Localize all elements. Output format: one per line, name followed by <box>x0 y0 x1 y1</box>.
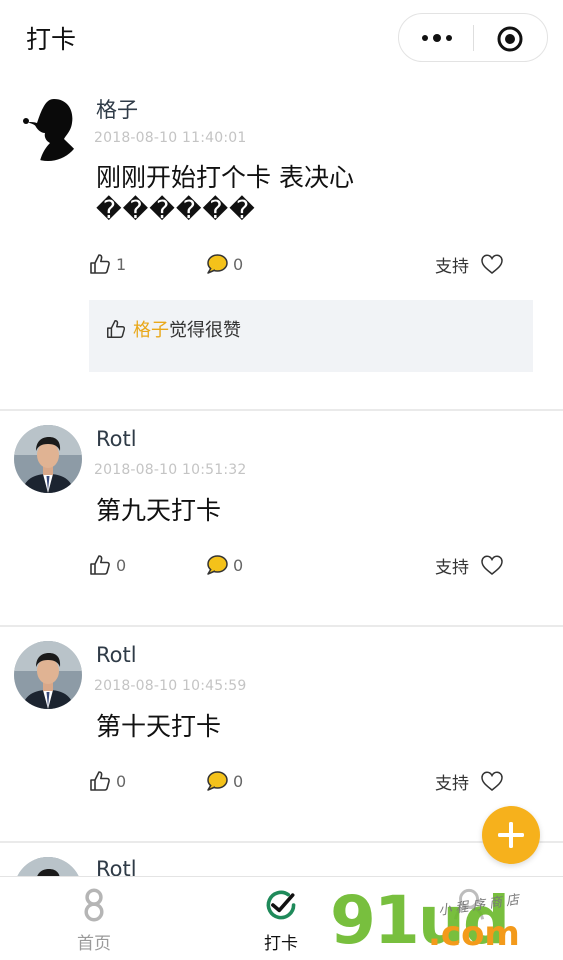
post-content-line: 第十天打卡 <box>96 712 222 741</box>
post-actions: 0 0 支持 <box>0 767 563 801</box>
comment-count: 0 <box>233 254 244 274</box>
thumbs-up-icon <box>90 555 110 575</box>
comment-button[interactable]: 0 <box>205 551 243 579</box>
thumbs-up-icon <box>107 320 126 338</box>
support-button[interactable]: 支持 <box>435 551 505 579</box>
thumbs-up-icon <box>90 254 110 274</box>
checkin-feed-page: 打卡 格子 2018-08-10 11:40:01 刚刚开始打个卡 表决心 ��… <box>0 0 563 960</box>
comment-button[interactable]: 0 <box>205 250 243 278</box>
liked-suffix: 觉得很赞 <box>169 320 241 341</box>
comment-bubble-icon <box>207 555 228 575</box>
heart-icon <box>481 771 503 791</box>
tab-label: 首页 <box>77 934 111 954</box>
post-content-line: 第九天打卡 <box>96 496 222 525</box>
target-circle-icon[interactable] <box>496 25 524 53</box>
username[interactable]: Rotl <box>96 427 137 451</box>
comment-count: 0 <box>233 771 244 791</box>
support-button[interactable]: 支持 <box>435 250 505 278</box>
liker-name[interactable]: 格子 <box>133 316 169 342</box>
man-portrait-avatar-image <box>14 425 82 493</box>
thumbs-up-icon <box>90 771 110 791</box>
page-title: 打卡 <box>26 25 77 54</box>
like-count: 0 <box>116 555 127 575</box>
tab-checkin[interactable]: 打卡 <box>231 877 331 960</box>
plus-icon <box>498 822 524 848</box>
like-count: 1 <box>116 254 127 274</box>
likes-summary-box: 格子 觉得很赞 <box>89 300 533 372</box>
heart-icon <box>481 254 503 274</box>
support-label: 支持 <box>435 557 469 578</box>
add-checkin-button[interactable] <box>482 806 540 864</box>
navigation-bar: 打卡 <box>0 0 563 78</box>
like-button[interactable]: 1 <box>88 250 126 278</box>
comment-bubble-icon <box>207 771 228 791</box>
like-count: 0 <box>116 771 127 791</box>
avatar[interactable] <box>14 93 82 161</box>
tab-profile[interactable] <box>419 877 519 960</box>
avatar[interactable] <box>14 425 82 493</box>
profile-icon <box>453 888 485 920</box>
silhouette-avatar-image <box>14 93 82 161</box>
heart-icon <box>481 555 503 575</box>
man-portrait-avatar-image <box>14 641 82 709</box>
post-content-line: ������ <box>96 195 256 224</box>
support-label: 支持 <box>435 773 469 794</box>
post-content: 第九天打卡 <box>96 495 516 527</box>
post-actions: 1 0 支持 <box>0 250 563 284</box>
like-button[interactable]: 0 <box>88 767 126 795</box>
home-8-icon <box>84 888 104 922</box>
capsule-divider <box>473 25 474 51</box>
tab-label: 打卡 <box>264 934 298 954</box>
post-card: 格子 2018-08-10 11:40:01 刚刚开始打个卡 表决心 �����… <box>0 78 563 411</box>
post-content: 第十天打卡 <box>96 711 516 743</box>
post-timestamp: 2018-08-10 10:45:59 <box>94 678 247 694</box>
likes-summary: 格子 觉得很赞 <box>105 316 241 342</box>
support-label: 支持 <box>435 256 469 277</box>
more-dots-icon[interactable] <box>415 24 459 52</box>
tab-home[interactable]: 首页 <box>44 877 144 960</box>
comment-button[interactable]: 0 <box>205 767 243 795</box>
mini-program-capsule <box>398 13 548 62</box>
tab-bar: 首页 打卡 <box>0 876 563 960</box>
checkin-icon <box>266 890 296 920</box>
avatar[interactable] <box>14 641 82 709</box>
comment-bubble-icon <box>207 254 228 274</box>
like-button[interactable]: 0 <box>88 551 126 579</box>
post-actions: 0 0 支持 <box>0 551 563 585</box>
post-card: Rotl 2018-08-10 10:51:32 第九天打卡 0 0 支持 <box>0 411 563 627</box>
post-timestamp: 2018-08-10 10:51:32 <box>94 462 247 478</box>
comment-count: 0 <box>233 555 244 575</box>
username[interactable]: 格子 <box>96 94 138 124</box>
support-button[interactable]: 支持 <box>435 767 505 795</box>
post-card: Rotl 2018-08-10 10:45:59 第十天打卡 0 0 支持 <box>0 627 563 843</box>
username[interactable]: Rotl <box>96 643 137 667</box>
post-content-line: 刚刚开始打个卡 表决心 <box>96 163 354 192</box>
post-content: 刚刚开始打个卡 表决心 ������ <box>96 162 516 226</box>
post-timestamp: 2018-08-10 11:40:01 <box>94 130 247 146</box>
